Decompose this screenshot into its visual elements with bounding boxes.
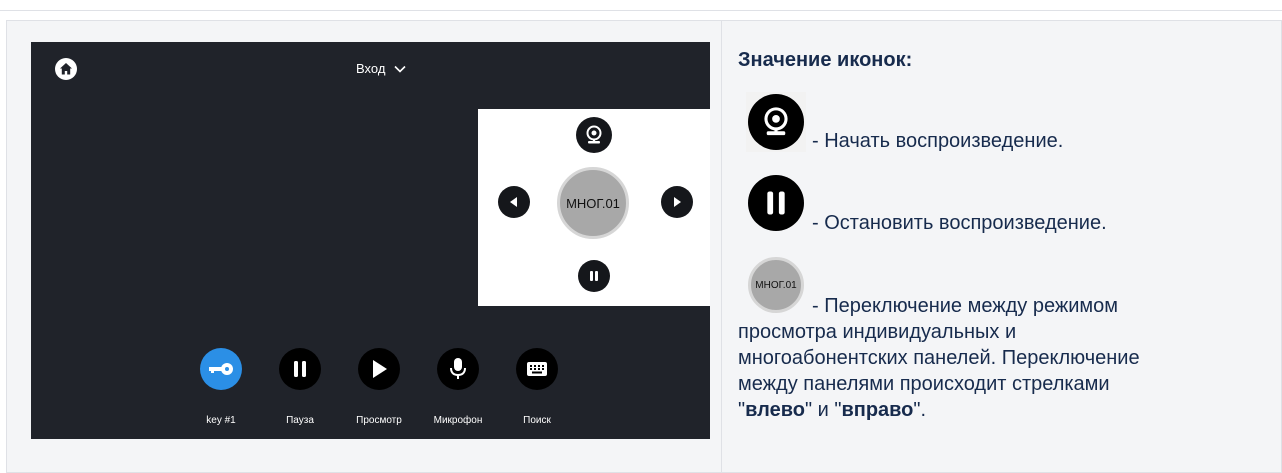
pause-icon [294, 361, 306, 377]
quote-end: ". [913, 399, 927, 421]
paragraph-line: многоабонентских панелей. Переключение [738, 347, 1140, 369]
bottom-item-key[interactable]: key #1 [181, 348, 261, 426]
column-divider [721, 20, 722, 473]
key-icon [209, 363, 233, 375]
bottom-label: key #1 [206, 415, 236, 426]
left-word: влево [745, 399, 805, 421]
next-panel-button[interactable] [661, 186, 693, 218]
quote-mid: " и " [804, 399, 842, 421]
arrow-left-icon [510, 197, 517, 207]
microphone-button[interactable] [437, 348, 479, 390]
bottom-label: Поиск [523, 415, 551, 426]
start-playback-button[interactable] [576, 117, 612, 153]
bottom-label: Пауза [286, 415, 314, 426]
panel-control-overlay: МНОГ.01 [478, 109, 710, 306]
search-button[interactable] [516, 348, 558, 390]
bottom-item-search[interactable]: Поиск [497, 348, 577, 426]
legend-stop-desc: - Остановить воспроизведение. [812, 212, 1107, 234]
bottom-label: Просмотр [356, 415, 402, 426]
mode-toggle-button[interactable]: МНОГ.01 [557, 167, 629, 239]
entry-select[interactable]: Вход [356, 61, 407, 76]
legend-title: Значение иконок: [738, 49, 913, 71]
legend-play-desc: - Начать воспроизведение. [812, 130, 1064, 152]
legend-stop-image [746, 173, 806, 233]
pause-button[interactable] [279, 348, 321, 390]
paragraph-line: между панелями происходит стрелками [738, 373, 1110, 395]
top-divider [0, 10, 1282, 11]
pause-icon [767, 191, 785, 215]
paragraph-line-last: "влево" и "вправо". [738, 397, 1278, 423]
microphone-icon [450, 358, 466, 379]
pause-icon [590, 271, 598, 281]
bottom-item-pause[interactable]: Пауза [260, 348, 340, 426]
chevron-down-icon [394, 65, 406, 73]
key-button[interactable] [200, 348, 242, 390]
play-icon [373, 360, 387, 378]
legend-play-image [746, 92, 806, 152]
stop-playback-button[interactable] [578, 260, 610, 292]
paragraph-line: просмотра индивидуальных и [738, 321, 1017, 343]
legend-mode-paragraph: просмотра индивидуальных и многоабонентс… [738, 319, 1278, 423]
prev-panel-button[interactable] [498, 186, 530, 218]
view-button[interactable] [358, 348, 400, 390]
right-word: вправо [841, 399, 914, 421]
home-icon [60, 63, 72, 75]
bottom-item-view[interactable]: Просмотр [339, 348, 419, 426]
mode-icon-label: МНОГ.01 [748, 257, 804, 313]
legend-mode-image: МНОГ.01 [746, 255, 806, 315]
bottom-action-bar: key #1 Пауза Просмотр Микрофон Поиск [181, 348, 581, 438]
keyboard-icon [527, 362, 547, 376]
camera-icon [586, 125, 602, 144]
entry-select-label: Вход [356, 61, 386, 76]
home-button[interactable] [55, 58, 77, 80]
arrow-right-icon [674, 197, 681, 207]
bottom-item-mic[interactable]: Микрофон [418, 348, 498, 426]
legend-mode-desc: - Переключение между режимом [812, 295, 1119, 317]
intercom-screen: Вход МНОГ.01 key #1 Пауза Просмотр Микро… [31, 42, 710, 439]
bottom-label: Микрофон [433, 415, 483, 426]
camera-icon [764, 107, 788, 136]
